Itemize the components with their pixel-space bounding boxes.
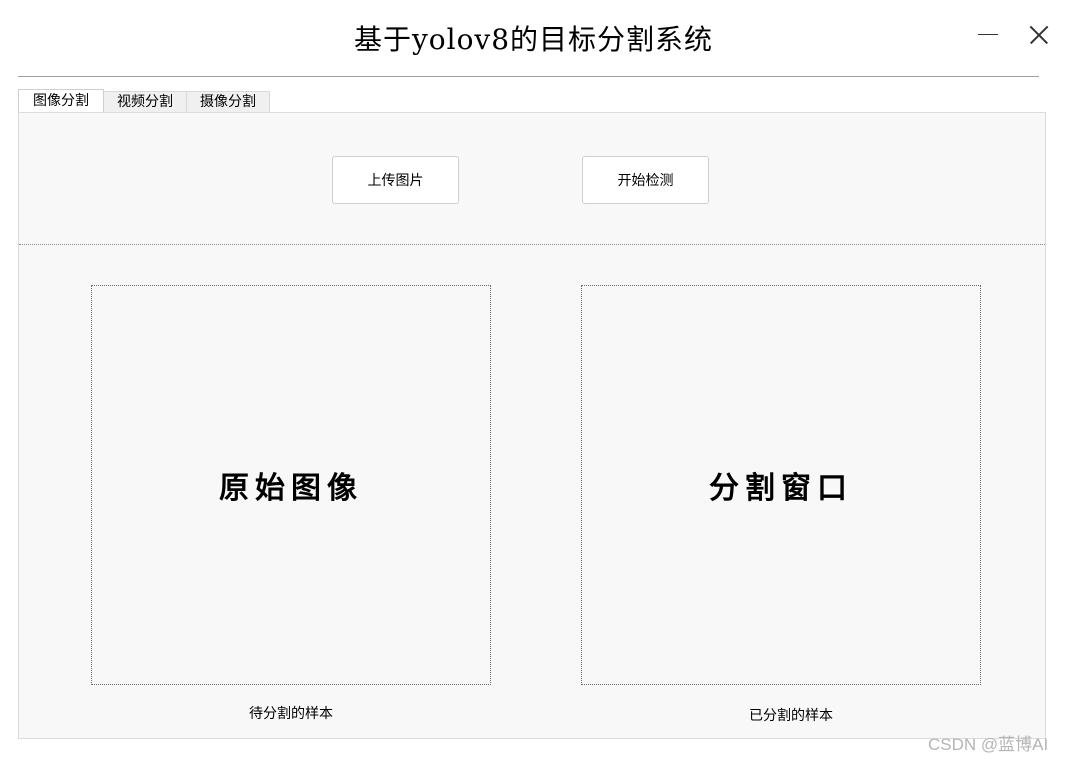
tab-video-segmentation[interactable]: 视频分割 bbox=[103, 91, 187, 112]
app-window: 基于yolov8的目标分割系统 图像分割 视频分割 摄像分割 上传图片 开始检测… bbox=[0, 0, 1067, 759]
toolbar-separator bbox=[19, 244, 1045, 245]
original-image-box: 原始图像 bbox=[91, 285, 491, 685]
tab-bar: 图像分割 视频分割 摄像分割 bbox=[18, 89, 270, 113]
original-image-caption: 待分割的样本 bbox=[249, 706, 333, 722]
original-image-placeholder: 原始图像 bbox=[219, 471, 363, 506]
start-detection-button[interactable]: 开始检测 bbox=[582, 156, 709, 204]
minimize-icon[interactable] bbox=[974, 20, 1004, 50]
segmentation-result-caption: 已分割的样本 bbox=[749, 708, 833, 724]
tab-panel: 上传图片 开始检测 原始图像 分割窗口 待分割的样本 已分割的样本 bbox=[18, 112, 1046, 739]
close-icon[interactable] bbox=[1023, 20, 1053, 50]
title-divider bbox=[18, 76, 1039, 77]
tab-camera-segmentation[interactable]: 摄像分割 bbox=[186, 91, 270, 112]
window-title: 基于yolov8的目标分割系统 bbox=[353, 23, 714, 56]
tab-image-segmentation[interactable]: 图像分割 bbox=[18, 89, 104, 112]
upload-image-button[interactable]: 上传图片 bbox=[332, 156, 459, 204]
segmentation-result-box: 分割窗口 bbox=[581, 285, 981, 685]
segmentation-result-placeholder: 分割窗口 bbox=[709, 471, 853, 506]
watermark: CSDN @蓝博AI bbox=[928, 735, 1049, 754]
